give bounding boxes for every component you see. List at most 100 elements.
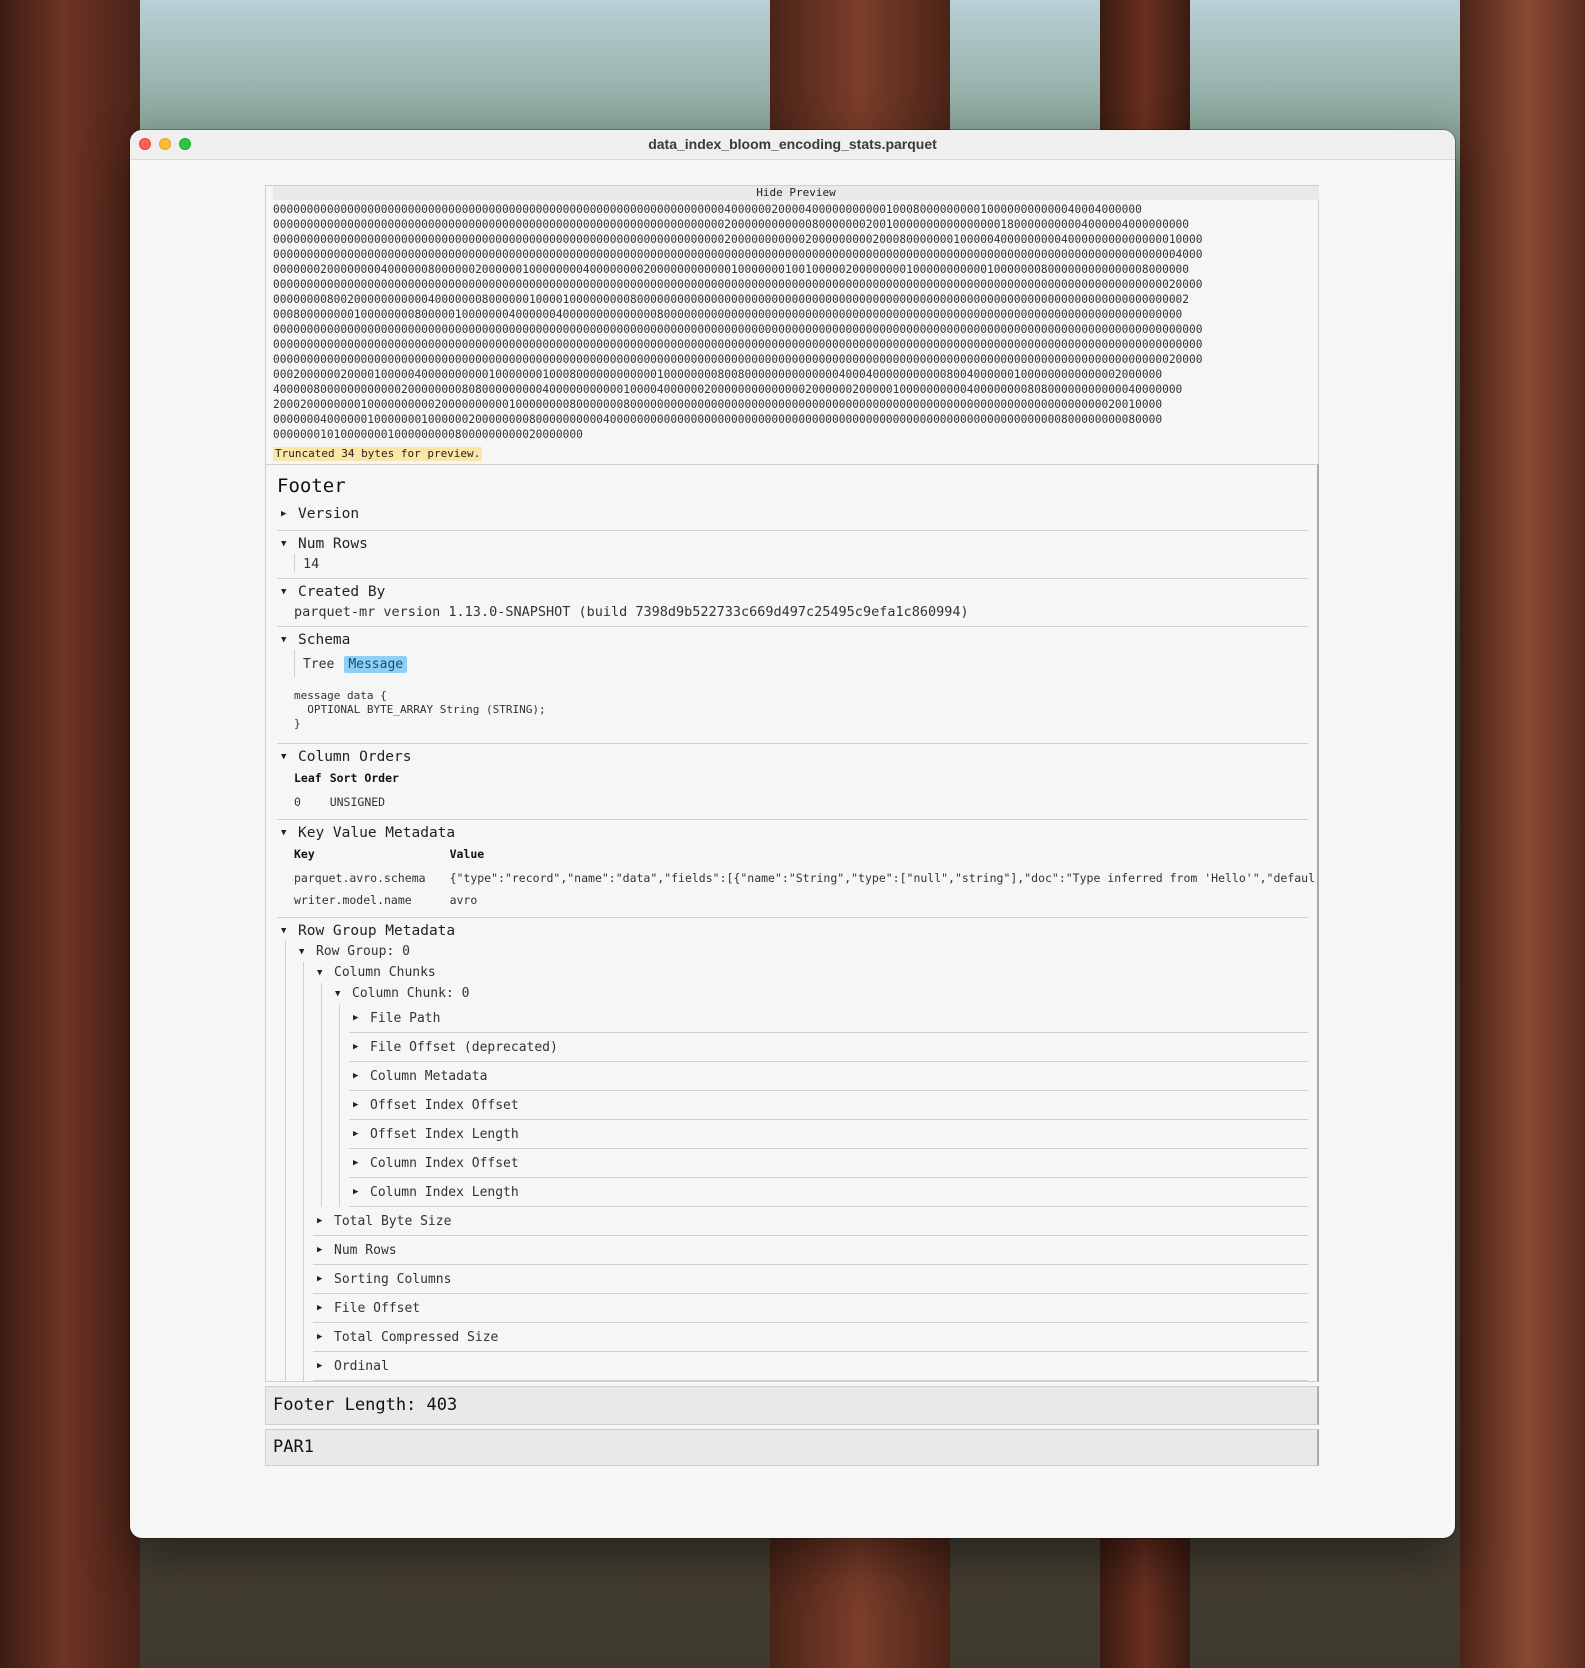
rg-tree: ▼ Row Group: 0 ▼ Column Chunks ▼ Column … — [285, 941, 1308, 1381]
row-group-field-file-offset[interactable]: ▶ File Offset — [313, 1294, 1308, 1323]
row-group-field-total-byte-size[interactable]: ▶ Total Byte Size — [313, 1207, 1308, 1236]
row-group-field-total-compressed-size[interactable]: ▶ Total Compressed Size — [313, 1323, 1308, 1352]
section-label: Column Orders — [298, 749, 412, 765]
section-column-orders: ▼ Column Orders Leaf Sort Order 0 UNSIGN… — [277, 744, 1308, 820]
num-rows-value: 14 — [303, 556, 320, 572]
chevron-right-icon: ▶ — [281, 509, 287, 519]
hex-preview: Hide Preview 000000000000000000000000000… — [265, 185, 1319, 464]
chevron-down-icon: ▼ — [299, 946, 305, 957]
chevron-right-icon: ▶ — [317, 1303, 323, 1313]
node-label: File Offset (deprecated) — [370, 1039, 558, 1055]
tab-tree[interactable]: Tree — [299, 656, 338, 673]
row-group-toggle[interactable]: ▼ Row Group: 0 — [295, 941, 1308, 962]
schema-message: message data { OPTIONAL BYTE_ARRAY Strin… — [294, 689, 546, 730]
chevron-down-icon: ▼ — [281, 752, 287, 762]
chevron-down-icon: ▼ — [281, 635, 287, 645]
chevron-right-icon: ▶ — [353, 1071, 359, 1081]
rg-toggle[interactable]: ▼ Row Group Metadata — [277, 921, 1308, 941]
kv-table-wrap: Key Value parquet.avro.schema {"type":"r… — [294, 843, 1314, 911]
section-label: Schema — [298, 632, 351, 648]
section-label: Num Rows — [298, 536, 368, 552]
created-by-value: parquet-mr version 1.13.0-SNAPSHOT (buil… — [294, 604, 969, 620]
node-label: Offset Index Offset — [370, 1097, 519, 1113]
row-group-field-sorting-columns[interactable]: ▶ Sorting Columns — [313, 1265, 1308, 1294]
chunk-field-column-index-length[interactable]: ▶ Column Index Length — [349, 1178, 1308, 1207]
kv-toggle[interactable]: ▼ Key Value Metadata — [277, 823, 1308, 843]
table-row: 0 UNSIGNED — [294, 791, 409, 813]
schema-toggle[interactable]: ▼ Schema — [277, 630, 1308, 650]
column-header: Key — [294, 847, 315, 861]
node-label: Offset Index Length — [370, 1126, 519, 1142]
node-label: Num Rows — [334, 1242, 397, 1258]
kv-table: Key Value parquet.avro.schema {"type":"r… — [294, 845, 1314, 911]
window-title: data_index_bloom_encoding_stats.parquet — [648, 136, 937, 152]
chunk-field-offset-index-offset[interactable]: ▶ Offset Index Offset — [349, 1091, 1308, 1120]
chevron-down-icon: ▼ — [281, 539, 287, 549]
section-version: ▶ Version — [277, 501, 1308, 531]
node-label: File Offset — [334, 1300, 421, 1316]
column-chunks-children: ▼ Column Chunk: 0 ▶ File Path ▶ File Offset… — [321, 983, 1308, 1207]
chevron-right-icon: ▶ — [353, 1042, 359, 1052]
titlebar: data_index_bloom_encoding_stats.parquet — [130, 130, 1455, 160]
section-label: Version — [298, 506, 360, 522]
section-label: Created By — [298, 584, 386, 600]
row-group-field-num-rows[interactable]: ▶ Num Rows — [313, 1236, 1308, 1265]
node-label: Total Byte Size — [334, 1213, 452, 1229]
magic-bytes: PAR1 — [265, 1429, 1319, 1466]
row-group-field-ordinal[interactable]: ▶ Ordinal — [313, 1352, 1308, 1381]
row-group-fields: ▶ Total Byte Size ▶ Num Rows ▶ Sorting Column… — [313, 1207, 1308, 1381]
table-cell: UNSIGNED — [329, 795, 386, 809]
chevron-right-icon: ▶ — [353, 1100, 359, 1110]
section-key-value-metadata: ▼ Key Value Metadata Key Value parquet.a… — [277, 820, 1314, 918]
chunk-field-column-metadata[interactable]: ▶ Column Metadata — [349, 1062, 1308, 1091]
schema-tabs: Tree Message — [295, 650, 1308, 677]
num-rows-toggle[interactable]: ▼ Num Rows — [277, 534, 1308, 554]
chevron-right-icon: ▶ — [353, 1129, 359, 1139]
table-cell: parquet.avro.schema — [294, 871, 426, 885]
chevron-down-icon: ▼ — [335, 988, 341, 999]
tab-message[interactable]: Message — [344, 656, 408, 673]
table-cell: writer.model.name — [294, 893, 412, 907]
chunk-field-file-offset-deprecated[interactable]: ▶ File Offset (deprecated) — [349, 1033, 1308, 1062]
minimize-button[interactable] — [159, 138, 171, 150]
truncated-note: Truncated 34 bytes for preview. — [273, 447, 483, 461]
created-by-toggle[interactable]: ▼ Created By — [277, 582, 1308, 602]
table-cell: avro — [449, 893, 478, 907]
chunk-field-file-path[interactable]: ▶ File Path — [349, 1004, 1308, 1033]
version-toggle[interactable]: ▶ Version — [277, 504, 1308, 524]
column-chunk-toggle[interactable]: ▼ Column Chunk: 0 — [331, 983, 1308, 1004]
background-tree — [0, 0, 140, 1668]
chevron-down-icon: ▼ — [317, 967, 323, 978]
chunk-field-column-index-offset[interactable]: ▶ Column Index Offset — [349, 1149, 1308, 1178]
app-window: data_index_bloom_encoding_stats.parquet … — [130, 130, 1455, 1538]
chevron-right-icon: ▶ — [317, 1245, 323, 1255]
chevron-down-icon: ▼ — [281, 587, 287, 597]
footer-panel: Footer ▶ Version ▼ Num Rows 14 ▼ Created… — [265, 464, 1319, 1382]
chevron-down-icon: ▼ — [281, 926, 287, 936]
column-chunks-toggle[interactable]: ▼ Column Chunks — [313, 962, 1308, 983]
footer-heading: Footer — [277, 475, 346, 497]
zoom-button[interactable] — [179, 138, 191, 150]
chevron-right-icon: ▶ — [353, 1187, 359, 1197]
close-button[interactable] — [139, 138, 151, 150]
chunk-field-offset-index-length[interactable]: ▶ Offset Index Length — [349, 1120, 1308, 1149]
chevron-right-icon: ▶ — [317, 1274, 323, 1284]
node-label: Row Group: 0 — [316, 944, 410, 959]
column-header: Value — [449, 847, 485, 861]
row-group-children: ▼ Column Chunks ▼ Column Chunk: 0 ▶ File … — [303, 962, 1308, 1381]
column-chunk-fields: ▶ File Path ▶ File Offset (deprecated) ▶ Colu… — [339, 1004, 1308, 1207]
chevron-down-icon: ▼ — [281, 828, 287, 838]
node-label: Total Compressed Size — [334, 1329, 499, 1345]
main-content: Hide Preview 000000000000000000000000000… — [265, 185, 1319, 1466]
table-row: parquet.avro.schema {"type":"record","na… — [294, 867, 1314, 889]
column-orders-table-wrap: Leaf Sort Order 0 UNSIGNED — [294, 769, 1308, 813]
node-label: Column Index Offset — [370, 1155, 519, 1171]
node-label: Column Metadata — [370, 1068, 488, 1084]
column-orders-toggle[interactable]: ▼ Column Orders — [277, 747, 1308, 767]
chevron-right-icon: ▶ — [317, 1361, 323, 1371]
section-schema: ▼ Schema Tree Message message data { OPT… — [277, 627, 1308, 744]
node-label: Column Index Length — [370, 1184, 519, 1200]
hide-preview-button[interactable]: Hide Preview — [273, 186, 1319, 200]
section-label: Row Group Metadata — [298, 923, 456, 939]
chevron-right-icon: ▶ — [353, 1158, 359, 1168]
